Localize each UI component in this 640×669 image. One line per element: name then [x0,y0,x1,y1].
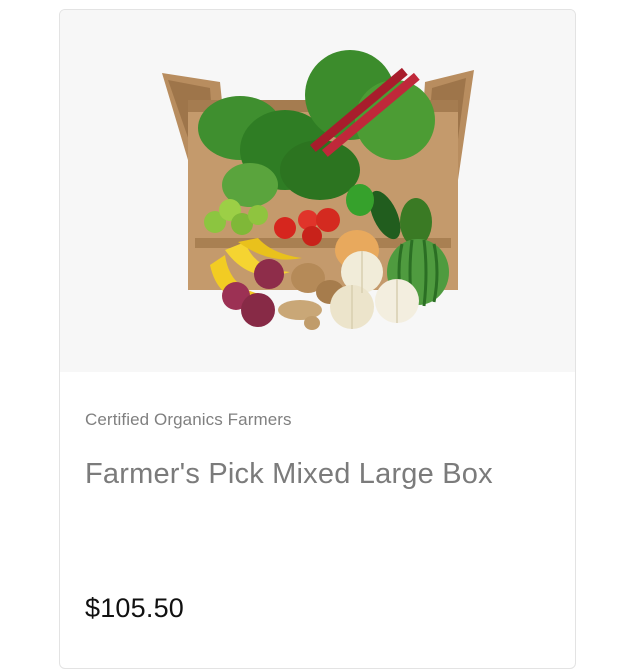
product-price: $105.50 [85,593,184,623]
product-card[interactable]: Certified Organics Farmers Farmer's Pick… [59,9,576,669]
product-vendor: Certified Organics Farmers [85,410,292,429]
product-title[interactable]: Farmer's Pick Mixed Large Box [85,458,493,491]
produce-box-illustration [162,50,474,330]
product-image[interactable] [60,10,575,372]
